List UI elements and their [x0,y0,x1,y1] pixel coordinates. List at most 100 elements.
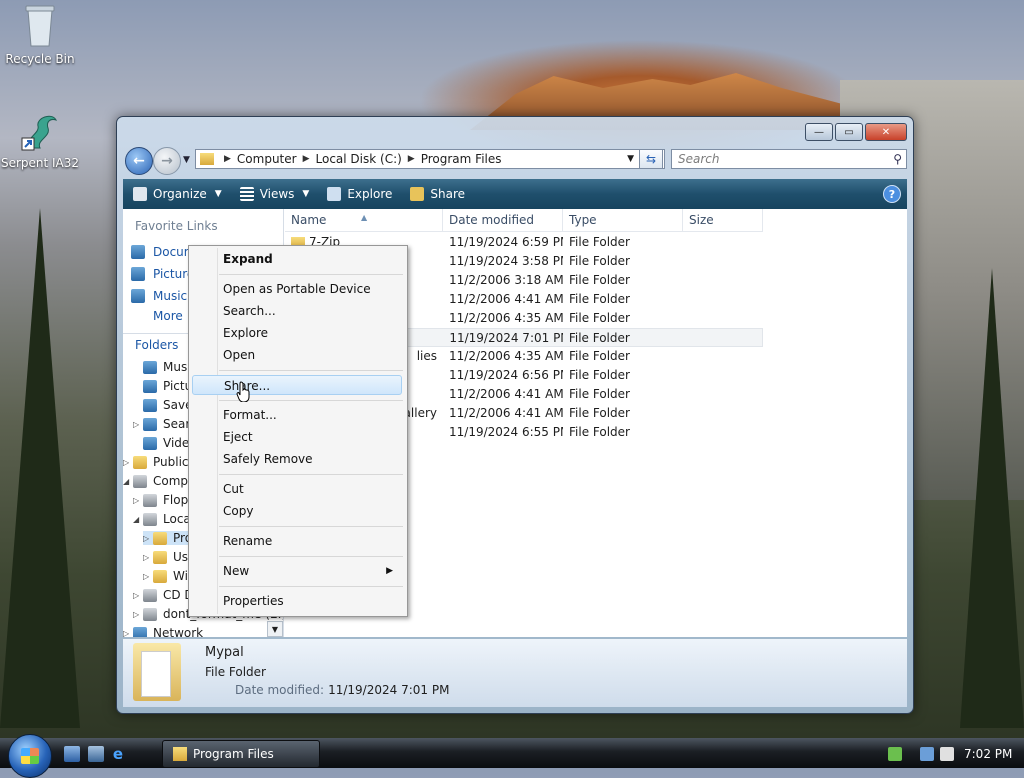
documents-icon [131,245,145,259]
windows-logo-icon [21,748,39,764]
search-input[interactable]: Search ⚲ [671,149,907,169]
system-tray: 7:02 PM [888,740,1024,768]
folder-icon [200,153,214,165]
tree-item-public[interactable]: ▷ Public [123,455,189,469]
desktop-icon-label: Recycle Bin [5,52,75,66]
favorite-link-label: Music [153,289,188,303]
refresh-button[interactable]: ⇆ [639,149,663,169]
expand-arrow-icon[interactable]: ▷ [143,553,153,562]
address-bar[interactable]: ▶ Computer ▶ Local Disk (C:) ▶ Program F… [195,149,665,169]
menu-item-expand[interactable]: Expand [223,252,273,266]
maximize-button[interactable]: ▭ [835,123,863,141]
volume-muted-icon[interactable] [940,747,954,761]
menu-separator [219,370,403,371]
collapse-arrow-icon[interactable]: ◢ [123,477,133,486]
favorite-link-music[interactable]: Music [131,289,187,303]
network-tray-icon[interactable] [920,747,934,761]
organize-label: Organize [153,187,207,201]
drive-icon [143,607,157,621]
expand-arrow-icon[interactable]: ▷ [133,496,143,505]
serpent-app-icon [20,108,60,152]
breadcrumb-separator-icon[interactable]: ▶ [303,154,310,164]
menu-item-search[interactable]: Search... [223,304,276,318]
clock[interactable]: 7:02 PM [964,747,1012,761]
details-name: Mypal [205,645,244,660]
collapse-arrow-icon[interactable]: ◢ [133,515,143,524]
network-icon [133,626,147,637]
recycle-bin-desktop-icon[interactable]: Recycle Bin [0,4,80,66]
forward-button[interactable]: → [153,147,181,175]
recent-pages-dropdown[interactable]: ▼ [183,155,190,165]
minimize-button[interactable]: — [805,123,833,141]
menu-item-cut[interactable]: Cut [223,482,244,496]
menu-item-open-portable[interactable]: Open as Portable Device [223,282,371,296]
column-header-date[interactable]: Date modified [443,209,563,231]
address-dropdown-icon[interactable]: ▼ [627,154,634,164]
more-links[interactable]: More [153,309,183,323]
hard-drive-icon [143,512,157,526]
column-header-name[interactable]: ▲ Name [285,209,443,231]
menu-item-explore[interactable]: Explore [223,326,268,340]
breadcrumb-separator-icon[interactable]: ▶ [224,154,231,164]
internet-explorer-icon[interactable]: e [110,746,126,762]
serpent-desktop-icon[interactable]: Serpent IA32 [0,108,80,170]
explore-icon [327,187,342,201]
tree-item-network[interactable]: ▷ Network [123,626,203,637]
menu-item-rename[interactable]: Rename [223,534,272,548]
back-button[interactable]: ← [125,147,153,175]
close-button[interactable]: ✕ [865,123,907,141]
searches-icon [143,417,157,431]
expand-arrow-icon[interactable]: ▷ [123,458,133,467]
menu-item-safely-remove[interactable]: Safely Remove [223,452,313,466]
menu-item-format[interactable]: Format... [223,408,277,422]
organize-button[interactable]: Organize ▼ [133,187,222,201]
expand-arrow-icon[interactable]: ▷ [143,572,153,581]
share-icon [410,187,425,201]
expand-arrow-icon[interactable]: ▷ [133,420,143,429]
details-date: Date modified: 11/19/2024 7:01 PM [235,683,450,697]
explore-button[interactable]: Explore [327,187,392,201]
views-icon [239,187,254,201]
details-pane: Mypal File Folder Date modified: 11/19/20… [123,639,907,707]
tree-scroll-down-button[interactable]: ▼ [267,621,283,637]
share-button[interactable]: Share [410,187,465,201]
back-arrow-icon: ← [133,153,145,169]
taskbar-window-program-files[interactable]: Program Files [162,740,320,768]
expand-arrow-icon[interactable]: ▷ [123,629,133,638]
column-header-size[interactable]: Size [683,209,763,231]
submenu-arrow-icon: ▶ [386,566,393,576]
expand-arrow-icon[interactable]: ▷ [133,610,143,619]
forward-arrow-icon: → [161,153,173,169]
taskbar [0,738,1024,768]
switch-windows-icon[interactable] [88,746,104,762]
breadcrumb-computer[interactable]: Computer [237,152,297,166]
show-desktop-icon[interactable] [64,746,80,762]
expand-arrow-icon[interactable]: ▷ [133,591,143,600]
music-icon [131,289,145,303]
menu-item-new[interactable]: New ▶ [223,564,403,578]
start-button[interactable] [8,734,52,778]
context-menu: Expand Open as Portable Device Search...… [188,245,408,617]
menu-item-eject[interactable]: Eject [223,430,253,444]
menu-item-properties[interactable]: Properties [223,594,284,608]
menu-item-copy[interactable]: Copy [223,504,253,518]
folder-large-icon [133,643,181,701]
folder-icon [133,455,147,469]
folder-icon [173,747,187,761]
folder-icon [153,550,167,564]
breadcrumb-local-disk[interactable]: Local Disk (C:) [316,152,402,166]
expand-arrow-icon[interactable]: ▷ [143,534,153,543]
search-icon[interactable]: ⚲ [893,152,902,166]
window-controls: — ▭ ✕ [805,123,907,141]
hand-cursor-icon [236,381,250,402]
views-button[interactable]: Views ▼ [239,187,309,201]
menu-item-share[interactable]: Share... [192,375,402,395]
menu-item-open[interactable]: Open [223,348,255,362]
safely-remove-hardware-icon[interactable] [888,747,902,761]
help-button[interactable]: ? [883,185,901,203]
breadcrumb-separator-icon[interactable]: ▶ [408,154,415,164]
column-header-type[interactable]: Type [563,209,683,231]
breadcrumb-program-files[interactable]: Program Files [421,152,502,166]
menu-separator [219,526,403,527]
search-placeholder: Search [678,152,720,166]
